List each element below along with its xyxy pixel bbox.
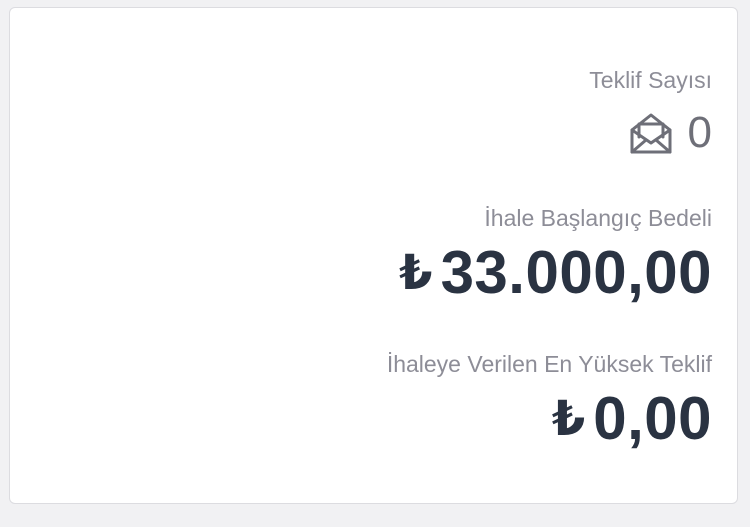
highest-bid-value: 0,00: [593, 385, 712, 452]
lira-currency-icon: ₺: [399, 245, 433, 301]
highest-bid-label: İhaleye Verilen En Yüksek Teklif: [386, 351, 712, 377]
bid-count-row: 0: [628, 108, 712, 158]
lira-currency-icon: ₺: [551, 391, 586, 447]
starting-price-label: İhale Başlangıç Bedeli: [484, 205, 712, 231]
bid-count-label: Teklif Sayısı: [589, 67, 712, 93]
starting-price-value: 33.000,00: [440, 239, 712, 306]
auction-summary-card: Teklif Sayısı 0 İhale Başlangıç Bedeli ₺…: [9, 7, 738, 504]
highest-bid-block: İhaleye Verilen En Yüksek Teklif ₺ 0,00: [387, 350, 712, 452]
bid-count-value: 0: [687, 108, 712, 157]
starting-price-row: ₺ 33.000,00: [399, 240, 712, 306]
highest-bid-row: ₺ 0,00: [387, 386, 712, 452]
envelope-open-icon: [630, 113, 672, 154]
bid-count-block: Teklif Sayısı: [589, 66, 712, 94]
starting-price-block: İhale Başlangıç Bedeli ₺ 33.000,00: [399, 204, 712, 306]
